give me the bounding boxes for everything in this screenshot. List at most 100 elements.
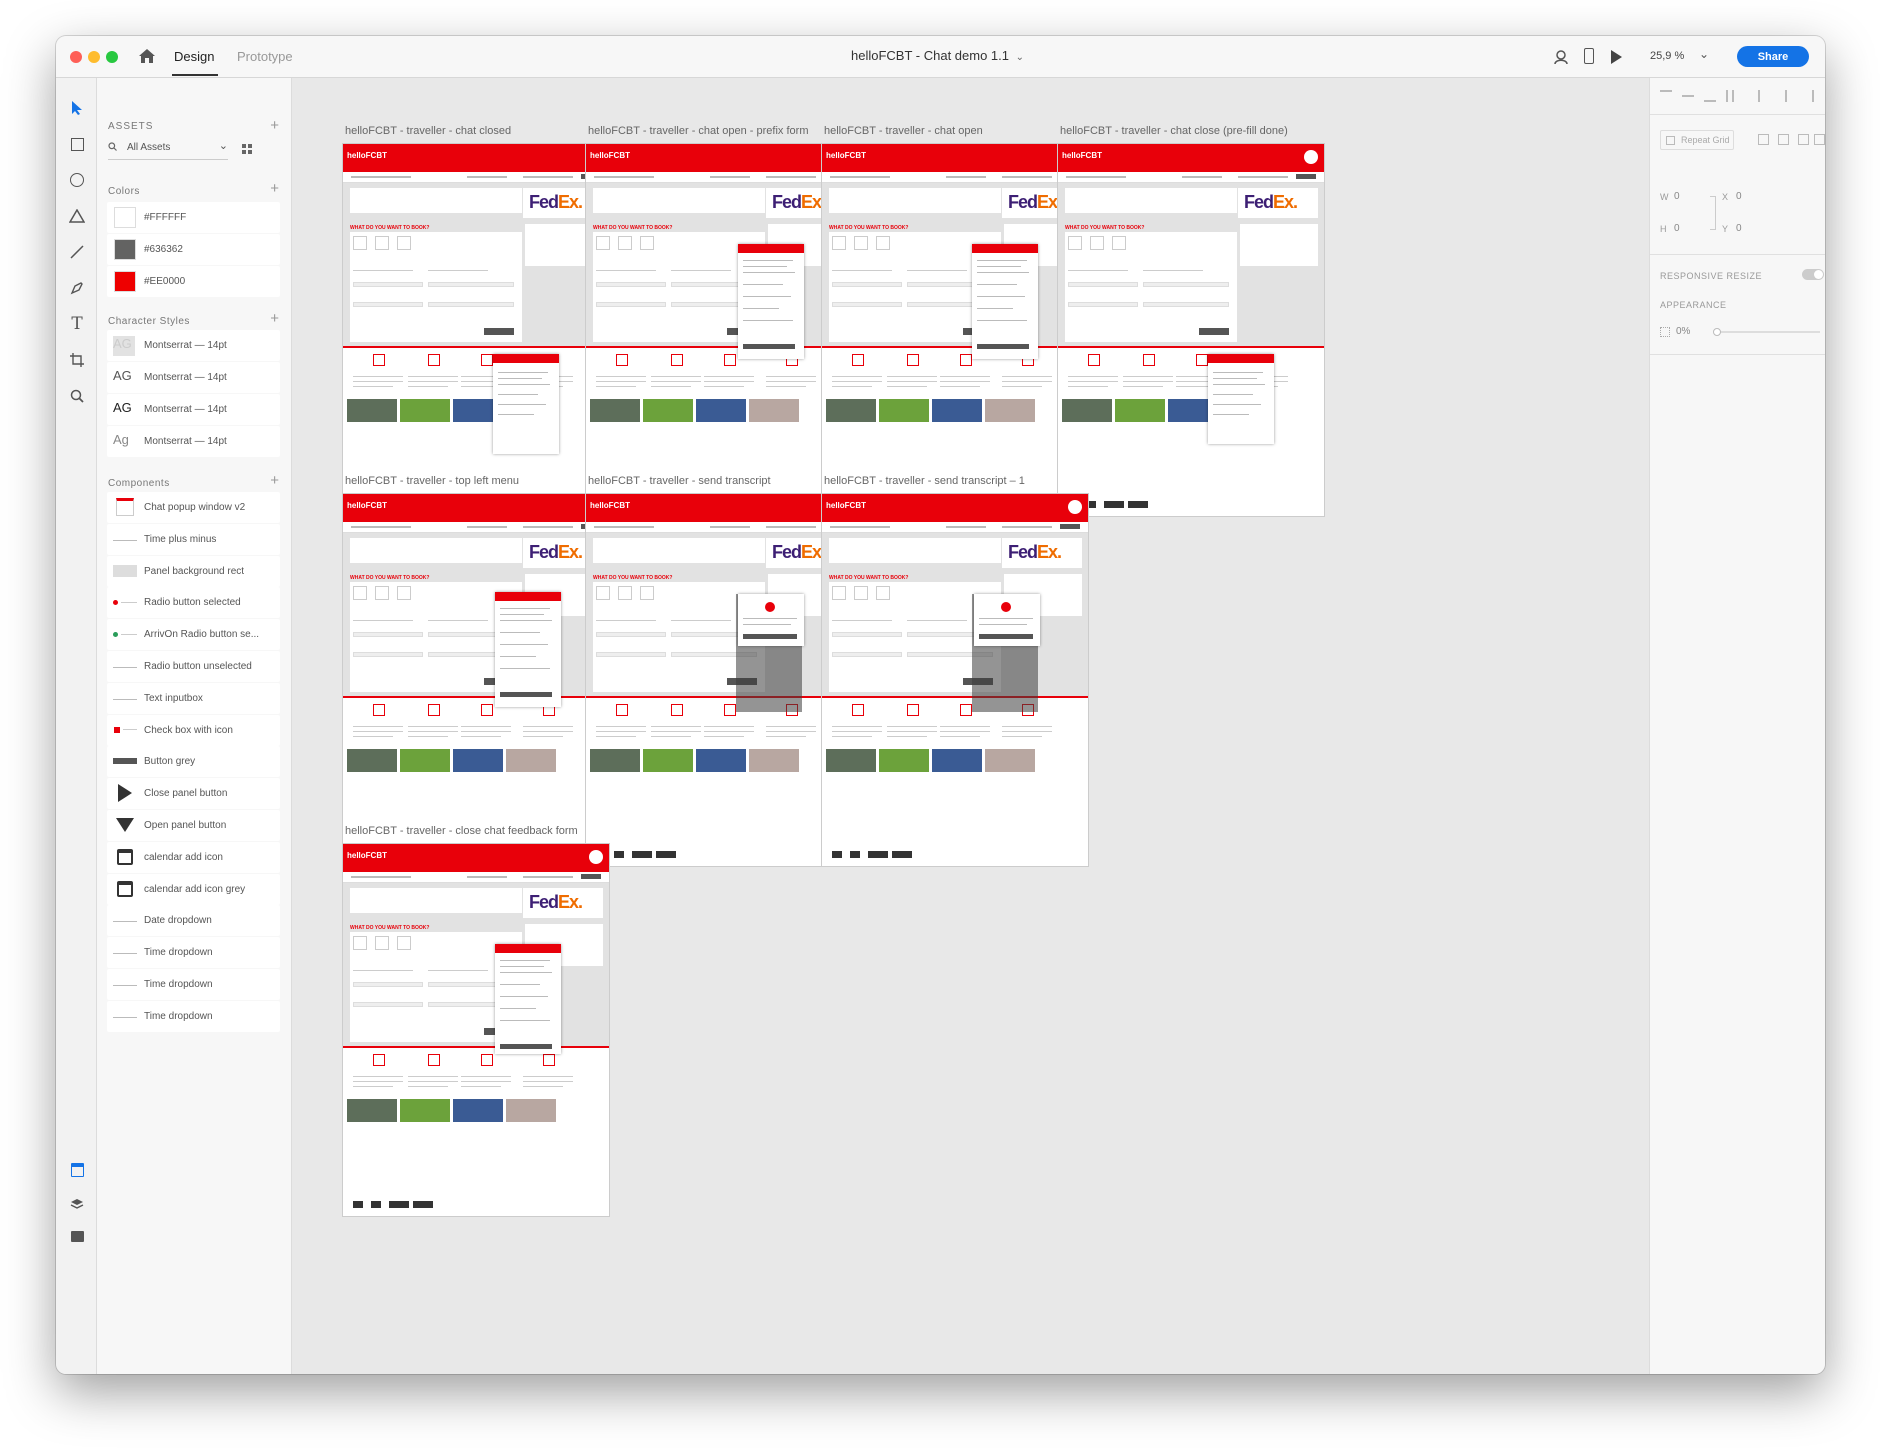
train-icon[interactable] — [375, 586, 389, 600]
artboard-title[interactable]: helloFCBT - traveller - chat open - pref… — [588, 125, 808, 137]
add-color-icon[interactable]: + — [270, 181, 279, 196]
tab-prototype[interactable]: Prototype — [237, 49, 293, 64]
zoom-tool-icon[interactable] — [65, 384, 89, 408]
transcript-modal[interactable] — [738, 594, 804, 646]
hotel-icon[interactable] — [397, 236, 411, 250]
train-icon[interactable] — [618, 236, 632, 250]
flight-icon[interactable] — [832, 586, 846, 600]
plugins-panel-icon[interactable] — [65, 1224, 89, 1248]
component-row[interactable]: Text inputbox — [107, 682, 280, 714]
align-top-icon[interactable] — [1660, 90, 1672, 102]
pen-tool-icon[interactable] — [65, 276, 89, 300]
opacity-slider-handle[interactable] — [1713, 328, 1721, 336]
y-field[interactable]: 0 — [1736, 223, 1742, 234]
boolean-intersect-icon[interactable] — [1798, 134, 1809, 145]
component-row[interactable]: Time dropdown — [107, 937, 280, 969]
align-right-icon[interactable] — [1802, 90, 1814, 102]
train-icon[interactable] — [854, 586, 868, 600]
polygon-tool-icon[interactable] — [65, 204, 89, 228]
component-row[interactable]: Radio button selected — [107, 587, 280, 619]
artboard-title[interactable]: helloFCBT - traveller - chat open — [824, 125, 983, 137]
artboard-title[interactable]: helloFCBT - traveller - chat close (pre-… — [1060, 125, 1288, 137]
home-icon[interactable] — [138, 48, 156, 64]
add-component-icon[interactable]: + — [270, 473, 279, 488]
component-row[interactable]: Time dropdown — [107, 969, 280, 1000]
width-field[interactable]: 0 — [1674, 191, 1680, 202]
hotel-icon[interactable] — [1112, 236, 1126, 250]
component-row[interactable]: Open panel button — [107, 810, 280, 841]
select-tool-icon[interactable] — [65, 96, 89, 120]
chat-popup[interactable] — [972, 244, 1038, 359]
component-row[interactable]: calendar add icon — [107, 841, 280, 873]
artboard[interactable]: helloFCBT FedEx. WHAT DO YOU WANT TO BOOK? — [1058, 144, 1324, 516]
repeat-grid-button[interactable]: Repeat Grid — [1660, 130, 1734, 150]
flight-icon[interactable] — [832, 236, 846, 250]
design-canvas[interactable]: helloFCBT - traveller - chat closed hello… — [292, 78, 1649, 1374]
character-style-row[interactable]: AG Montserrat — 14pt — [107, 394, 280, 425]
flight-icon[interactable] — [596, 586, 610, 600]
lock-aspect-icon[interactable] — [1710, 196, 1716, 230]
artboard[interactable]: helloFCBT FedEx. WHAT DO YOU WANT TO BOOK? — [586, 144, 852, 516]
avatar[interactable] — [1304, 150, 1318, 164]
artboard[interactable]: helloFCBT FedEx. WHAT DO YOU WANT TO BOOK? — [343, 494, 609, 866]
height-field[interactable]: 0 — [1674, 223, 1680, 234]
layers-panel-icon[interactable] — [65, 1192, 89, 1216]
share-button[interactable]: Share — [1737, 46, 1809, 67]
artboard-tool-icon[interactable] — [65, 348, 89, 372]
rectangle-tool-icon[interactable] — [65, 132, 89, 156]
hotel-icon[interactable] — [876, 236, 890, 250]
train-icon[interactable] — [375, 236, 389, 250]
chat-popup[interactable] — [495, 592, 561, 707]
train-icon[interactable] — [854, 236, 868, 250]
grid-view-icon[interactable] — [242, 144, 252, 154]
train-icon[interactable] — [1090, 236, 1104, 250]
flight-icon[interactable] — [596, 236, 610, 250]
component-row[interactable]: ArrivOn Radio button se... — [107, 619, 280, 651]
character-style-row[interactable]: AG Montserrat — 14pt — [107, 330, 280, 361]
artboard[interactable]: helloFCBT FedEx. WHAT DO YOU WANT TO BOOK? — [586, 494, 852, 866]
chat-popup[interactable] — [493, 354, 559, 454]
align-center-icon[interactable] — [1785, 90, 1797, 102]
tab-design[interactable]: Design — [174, 49, 214, 64]
responsive-resize-toggle[interactable] — [1802, 269, 1824, 280]
artboard[interactable]: helloFCBT FedEx. WHAT DO YOU WANT TO BOOK? — [822, 494, 1088, 866]
component-row[interactable]: Close panel button — [107, 778, 280, 810]
character-style-row[interactable]: Ag Montserrat — 14pt — [107, 426, 280, 457]
flight-icon[interactable] — [353, 236, 367, 250]
color-swatch-row[interactable]: #EE0000 — [107, 266, 280, 297]
artboard[interactable]: helloFCBT FedEx. WHAT DO YOU WANT TO BOOK? — [343, 844, 609, 1216]
booking-form[interactable] — [350, 232, 522, 342]
color-swatch-row[interactable]: #636362 — [107, 234, 280, 265]
hotel-icon[interactable] — [640, 586, 654, 600]
color-swatch-row[interactable]: #FFFFFF — [107, 202, 280, 233]
artboard-title[interactable]: helloFCBT - traveller - chat closed — [345, 125, 511, 137]
chat-popup[interactable] — [738, 244, 804, 359]
component-row[interactable]: Radio button unselected — [107, 651, 280, 682]
hotel-icon[interactable] — [397, 936, 411, 950]
hotel-icon[interactable] — [640, 236, 654, 250]
align-middle-icon[interactable] — [1682, 95, 1694, 107]
hotel-icon[interactable] — [876, 586, 890, 600]
flight-icon[interactable] — [353, 586, 367, 600]
boolean-exclude-icon[interactable] — [1814, 134, 1825, 145]
text-tool-icon[interactable]: T — [65, 312, 89, 336]
opacity-value[interactable]: 0% — [1676, 326, 1690, 337]
close-window-button[interactable] — [70, 51, 82, 63]
component-row[interactable]: Time dropdown — [107, 1000, 280, 1032]
artboard-title[interactable]: helloFCBT - traveller - send transcript … — [824, 475, 1025, 487]
hotel-icon[interactable] — [397, 586, 411, 600]
boolean-subtract-icon[interactable] — [1778, 134, 1789, 145]
align-bottom-icon[interactable] — [1704, 90, 1716, 102]
component-row[interactable]: Date dropdown — [107, 905, 280, 937]
add-character-style-icon[interactable]: + — [270, 311, 279, 326]
flight-icon[interactable] — [1068, 236, 1082, 250]
zoom-level[interactable]: 25,9 % — [1650, 50, 1684, 62]
line-tool-icon[interactable] — [65, 240, 89, 264]
booking-form[interactable] — [1065, 232, 1237, 342]
add-asset-icon[interactable]: + — [270, 118, 279, 133]
zoom-window-button[interactable] — [106, 51, 118, 63]
align-left-icon[interactable] — [1758, 90, 1770, 102]
transcript-modal[interactable] — [974, 594, 1040, 646]
avatar[interactable] — [589, 850, 603, 864]
character-style-row[interactable]: AG Montserrat — 14pt — [107, 362, 280, 393]
